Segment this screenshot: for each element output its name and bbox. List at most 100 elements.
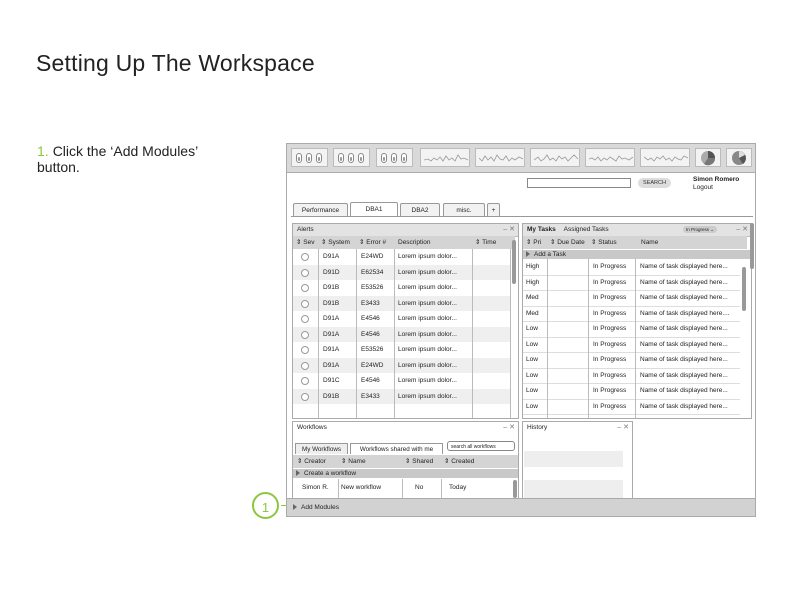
tab-dba1[interactable]: DBA1	[350, 202, 398, 216]
table-row[interactable]: D91A E4546 Lorem ipsum dolor...	[293, 311, 510, 327]
panel-controls[interactable]: – ✕	[503, 422, 515, 434]
alert-system: D91A	[323, 315, 340, 322]
task-name: Name of task displayed here...	[640, 278, 728, 286]
alert-select-radio[interactable]	[301, 330, 309, 339]
alert-select-radio[interactable]	[301, 284, 309, 292]
alert-select-radio[interactable]	[301, 346, 309, 354]
table-row[interactable]: D91B E3433 Lorem ipsum dolor...	[293, 295, 510, 311]
col-time[interactable]: ⇕ Time	[475, 236, 496, 249]
sparkline-widget[interactable]	[475, 148, 525, 167]
table-row[interactable]: Low In Progress Name of task displayed her…	[523, 399, 740, 415]
logout-link[interactable]: Logout	[693, 184, 713, 191]
panel-controls[interactable]: – ✕	[736, 224, 748, 236]
expand-triangle-icon	[526, 251, 530, 258]
alert-select-radio[interactable]	[301, 315, 309, 323]
task-priority: Low	[526, 371, 538, 379]
callout-marker: 1	[252, 492, 279, 519]
table-row[interactable]: High In Progress Name of task displayed he…	[523, 275, 740, 291]
table-row[interactable]: Low In Progress Name of task displayed her…	[523, 383, 740, 400]
add-task-row[interactable]: Add a Task	[523, 250, 750, 259]
panel-controls[interactable]: – ✕	[617, 422, 629, 434]
panel-controls[interactable]: – ✕	[503, 224, 515, 236]
col-system[interactable]: ⇕ System	[321, 236, 350, 249]
tab-my-workflows[interactable]: My Workflows	[295, 443, 348, 454]
sparkline-widget[interactable]	[585, 148, 635, 167]
table-row[interactable]: Med In Progress Name of task displayed her…	[523, 306, 740, 322]
search-input[interactable]	[527, 178, 631, 188]
alert-select-radio[interactable]	[301, 392, 309, 401]
task-filter-select[interactable]: In Progress ⌄	[683, 226, 717, 233]
alert-select-radio[interactable]	[301, 268, 309, 277]
alert-system: D91C	[323, 377, 340, 384]
table-row[interactable]: Low In Progress Name of task displayed her…	[523, 337, 740, 353]
table-row[interactable]: D91A E24WD Lorem ipsum dolor...	[293, 249, 510, 265]
col-creator[interactable]: ⇕ Creator	[297, 455, 326, 468]
sparkline-widget[interactable]	[640, 148, 690, 167]
task-name: Name of task displayed here...	[640, 263, 728, 270]
col-status[interactable]: ⇕ Status	[591, 236, 617, 249]
col-sev[interactable]: ⇕ Sev	[296, 236, 314, 249]
sparkline-icon	[534, 154, 578, 162]
task-status: In Progress	[593, 356, 627, 363]
task-priority: Low	[526, 402, 538, 410]
toggle-widget[interactable]	[333, 148, 370, 167]
table-row[interactable]: Med In Progress Name of task displayed her…	[523, 290, 740, 307]
alert-select-radio[interactable]	[301, 253, 309, 261]
tab-shared-workflows[interactable]: Workflows shared with me	[350, 443, 443, 454]
alert-error: E24WD	[361, 361, 384, 369]
task-name: Name of task displayed here...	[640, 294, 728, 301]
col-pri[interactable]: ⇕ Pri	[526, 236, 541, 249]
alert-system: D91A	[323, 361, 340, 369]
col-workflow-name[interactable]: ⇕ Name	[341, 455, 366, 468]
tasks-scrollbar[interactable]	[742, 267, 746, 311]
workflow-search-input[interactable]: search all workflows	[447, 441, 515, 451]
add-modules-button[interactable]: Add Modules	[287, 498, 755, 516]
table-row[interactable]: Low In Progress Name of task displayed her…	[523, 368, 740, 384]
col-created[interactable]: ⇕ Created	[444, 455, 474, 468]
alert-select-radio[interactable]	[301, 299, 309, 308]
workspace-scrollbar[interactable]	[750, 223, 754, 269]
pie-widget[interactable]	[726, 148, 752, 167]
tab-misc[interactable]: misc.	[443, 203, 485, 216]
table-row[interactable]: D91A E53526 Lorem ipsum dolor...	[293, 342, 510, 358]
workflows-panel-title: Workflows	[297, 424, 327, 431]
col-error[interactable]: ⇕ Error #	[359, 236, 386, 249]
workflows-panel-header: Workflows – ✕	[293, 422, 518, 434]
col-shared[interactable]: ⇕ Shared	[405, 455, 433, 468]
toggle-widget[interactable]	[291, 148, 328, 167]
alerts-scrollbar[interactable]	[512, 240, 516, 284]
sparkline-widget[interactable]	[530, 148, 580, 167]
toggle-widget[interactable]	[376, 148, 413, 167]
col-due-date[interactable]: ⇕ Due Date	[550, 236, 585, 249]
workflows-scrollbar[interactable]	[513, 480, 517, 498]
pie-widget[interactable]	[695, 148, 721, 167]
search-button[interactable]: SEARCH	[638, 178, 671, 188]
table-row[interactable]: D91A E4546 Lorem ipsum dolor...	[293, 326, 510, 342]
table-row[interactable]: Simon R. New workflow No Today	[293, 479, 518, 497]
table-row[interactable]: High In Progress Name of task displayed he…	[523, 259, 740, 276]
task-status: In Progress	[593, 309, 627, 317]
alert-error: E53526	[361, 284, 384, 291]
alert-system: D91D	[323, 268, 340, 276]
alert-description: Lorem ipsum dolor...	[398, 330, 457, 338]
tab-dba2[interactable]: DBA2	[400, 203, 440, 216]
alert-select-radio[interactable]	[301, 361, 309, 370]
table-row[interactable]: D91A E24WD Lorem ipsum dolor...	[293, 357, 510, 373]
table-row[interactable]: Low In Progress Name of task displayed her…	[523, 352, 740, 369]
alert-system: D91A	[323, 346, 340, 353]
task-status: In Progress	[593, 278, 627, 286]
history-placeholder-row	[524, 451, 623, 467]
table-row[interactable]: D91D E62534 Lorem ipsum dolor...	[293, 264, 510, 280]
alert-description: Lorem ipsum dolor...	[398, 361, 457, 369]
table-row[interactable]: D91B E3433 Lorem ipsum dolor...	[293, 388, 510, 404]
table-row[interactable]: Low In Progress Name of task displayed her…	[523, 321, 740, 338]
alert-system: D91B	[323, 392, 340, 400]
table-row[interactable]: D91C E4546 Lorem ipsum dolor...	[293, 373, 510, 389]
table-row[interactable]: D91B E53526 Lorem ipsum dolor...	[293, 280, 510, 296]
sparkline-widget[interactable]	[420, 148, 470, 167]
task-name: Name of task displayed here...	[640, 356, 728, 363]
tab-performance[interactable]: Performance	[293, 203, 348, 216]
add-tab-button[interactable]: +	[487, 203, 500, 216]
create-workflow-row[interactable]: Create a workflow	[293, 469, 518, 478]
alert-select-radio[interactable]	[301, 377, 309, 385]
